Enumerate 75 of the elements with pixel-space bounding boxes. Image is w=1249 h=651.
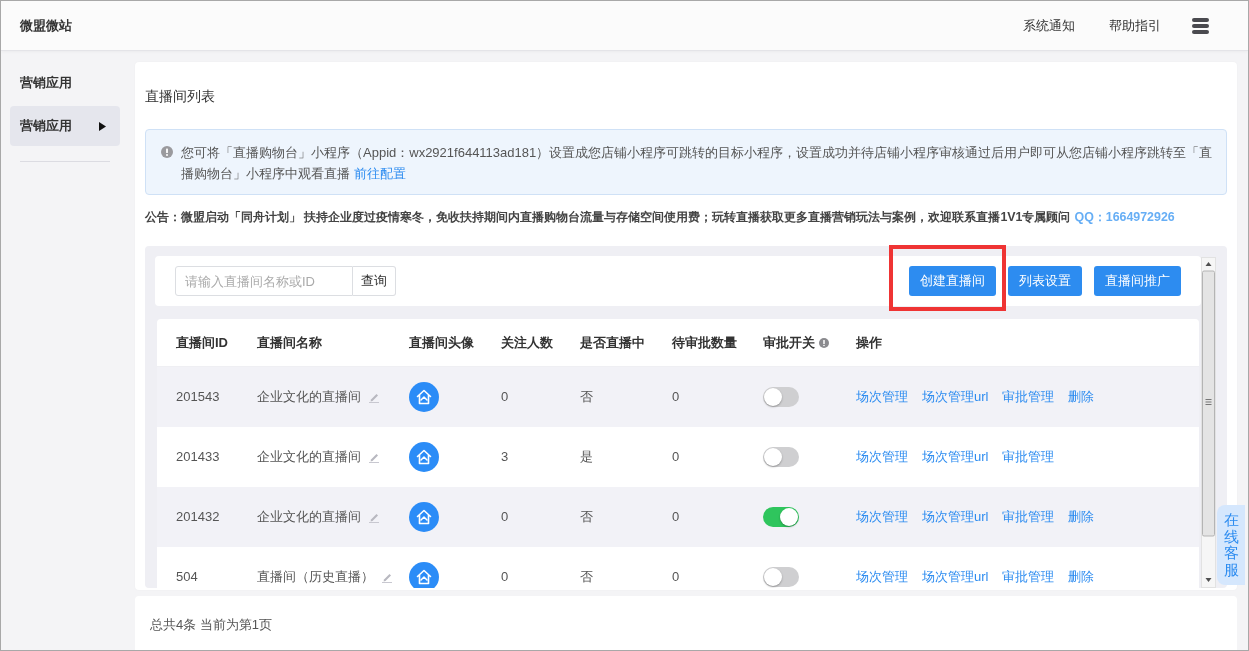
table-cell: 企业文化的直播间 <box>257 389 361 405</box>
action-link[interactable]: 场次管理url <box>922 449 989 465</box>
toggle-switch[interactable] <box>763 507 799 527</box>
brand-title: 微盟微站 <box>20 17 72 34</box>
table-cell-text: 0 <box>501 509 510 525</box>
action-link[interactable]: 场次管理 <box>856 569 908 585</box>
support-tab[interactable]: 在线客服 <box>1217 505 1245 585</box>
qq-contact: QQ：1664972926 <box>1074 210 1175 224</box>
action-button[interactable]: 列表设置 <box>1008 266 1082 296</box>
column-header: 是否直播中 <box>580 334 645 351</box>
action-button[interactable]: 直播间推广 <box>1094 266 1181 296</box>
pagination-summary: 总共4条 当前为第1页 <box>150 617 273 632</box>
action-link[interactable]: 删除 <box>1068 569 1095 585</box>
search-field[interactable]: 请输入直播间名称或ID <box>175 266 353 296</box>
table-cell-text: 201543 <box>176 389 221 405</box>
column-header: 审批开关 <box>763 334 815 351</box>
sidebar-heading: 营销应用 <box>20 75 72 91</box>
house-icon <box>409 502 439 532</box>
scrollbar[interactable] <box>1201 257 1216 588</box>
column-header: 直播间名称 <box>257 334 322 351</box>
column-header: 关注人数 <box>501 334 553 351</box>
action-link[interactable]: 场次管理url <box>922 509 989 525</box>
action-button[interactable]: 创建直播间 <box>909 266 996 296</box>
column-header: 直播间头像 <box>409 334 474 351</box>
table-cell: 企业文化的直播间 <box>257 509 361 525</box>
caret-icon <box>99 121 106 131</box>
notice-text: 您可将「直播购物台」小程序（Appid：wx2921f644113ad181）设置成您店铺小程序可跳转的目标小程序，设置成功并待店铺小程序审核通过后用户即可从您店铺小程序跳转至「直播购物台」小程序中观看直播 前往配置 <box>181 144 1214 183</box>
action-link[interactable]: 删除 <box>1068 389 1095 405</box>
pencil-icon[interactable] <box>368 391 380 403</box>
action-link[interactable]: 场次管理 <box>856 449 908 465</box>
page-title: 直播间列表 <box>145 87 215 104</box>
table-cell: 企业文化的直播间 <box>257 449 361 465</box>
header-link[interactable]: 系统通知 <box>1023 17 1075 34</box>
action-link[interactable]: 审批管理 <box>1002 449 1055 465</box>
toggle-switch[interactable] <box>763 567 799 587</box>
action-link[interactable]: 删除 <box>1068 509 1095 525</box>
house-icon <box>409 442 439 472</box>
toggle-switch[interactable] <box>763 447 799 467</box>
pencil-icon[interactable] <box>368 511 380 523</box>
pencil-icon[interactable] <box>381 571 393 583</box>
table-cell-text: 0 <box>672 509 681 525</box>
table-cell-text: 否 <box>580 569 594 585</box>
toggle-switch[interactable] <box>763 387 799 407</box>
action-link[interactable]: 审批管理 <box>1002 389 1055 405</box>
header-link[interactable]: 帮助指引 <box>1109 17 1161 34</box>
configure-link[interactable]: 前往配置 <box>354 166 406 181</box>
table-cell: 直播间（历史直播） <box>257 569 374 585</box>
table-cell-text: 201433 <box>176 449 221 465</box>
table-cell-text: 否 <box>580 389 594 405</box>
table-cell-text: 201432 <box>176 509 221 525</box>
table-cell-text: 0 <box>672 569 681 585</box>
table-cell-text: 否 <box>580 509 594 525</box>
search-button[interactable]: 查询 <box>353 266 396 296</box>
sidebar-item[interactable]: 营销应用 <box>10 106 120 146</box>
action-link[interactable]: 场次管理url <box>922 389 989 405</box>
info-icon <box>161 146 173 158</box>
house-icon <box>409 382 439 412</box>
column-header: 直播间ID <box>176 334 228 351</box>
action-link[interactable]: 场次管理 <box>856 509 908 525</box>
table-cell-text: 0 <box>672 449 681 465</box>
column-header: 操作 <box>856 334 882 351</box>
table-cell-text: 504 <box>176 569 199 585</box>
pencil-icon[interactable] <box>368 451 380 463</box>
table-cell-text: 3 <box>501 449 510 465</box>
table-cell-text: 0 <box>501 389 510 405</box>
announcement-text: 公告：微盟启动「同舟计划」 扶持企业度过疫情寒冬，免收扶持期间内直播购物台流量与存储空间使用费；玩转直播获取更多直播营销玩法与案例，欢迎联系直播1V1专属顾问 QQ：1664972926 <box>145 209 1176 225</box>
action-link[interactable]: 场次管理 <box>856 389 908 405</box>
column-header: 待审批数量 <box>672 334 737 351</box>
table-cell-text: 0 <box>672 389 681 405</box>
menu-icon[interactable] <box>1192 17 1209 34</box>
table-cell-text: 是 <box>580 449 594 465</box>
action-link[interactable]: 审批管理 <box>1002 509 1055 525</box>
table-cell-text: 0 <box>501 569 510 585</box>
action-link[interactable]: 审批管理 <box>1002 569 1055 585</box>
action-link[interactable]: 场次管理url <box>922 569 989 585</box>
